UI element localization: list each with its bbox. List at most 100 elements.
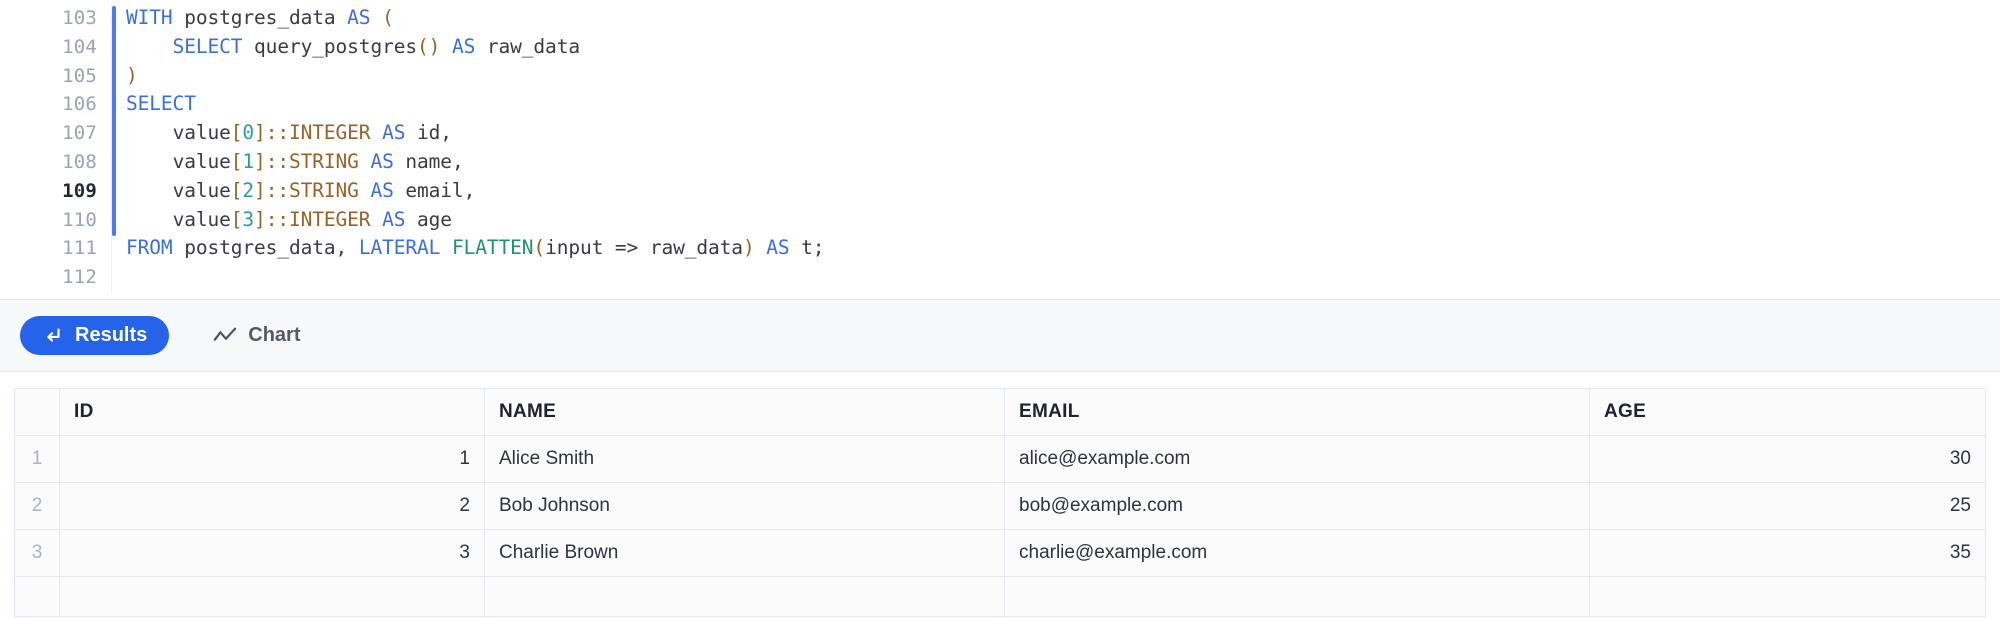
- token-kw: SELECT: [126, 92, 196, 116]
- column-header-rownum[interactable]: [14, 388, 60, 436]
- line-number-105: 105: [62, 64, 97, 87]
- token-op: [359, 150, 371, 173]
- editor-line-number-gutter: 103 104 105 106 107 108 109 110 111 112: [0, 4, 112, 292]
- code-line-108[interactable]: value[1]::STRING AS name,: [126, 148, 2000, 177]
- line-number-109: 109: [62, 179, 97, 202]
- token-punc: [: [230, 149, 243, 173]
- token-op: =>: [603, 236, 650, 260]
- line-number-104: 104: [62, 35, 97, 58]
- line-number-103: 103: [62, 7, 97, 29]
- code-line-105[interactable]: ): [126, 62, 2000, 91]
- cell-email[interactable]: bob@example.com: [1004, 482, 1590, 530]
- cell-name[interactable]: Bob Johnson: [484, 482, 1005, 530]
- code-line-109[interactable]: value[2]::STRING AS email,: [126, 177, 2000, 206]
- cell-rownum[interactable]: 1: [14, 435, 60, 483]
- token-ident: raw_data: [649, 236, 743, 260]
- code-line-103[interactable]: WITH postgres_data AS (: [126, 4, 2000, 33]
- column-header-age[interactable]: AGE: [1589, 388, 1986, 436]
- token-op: [126, 35, 173, 58]
- token-kw: AS: [370, 178, 394, 202]
- cell-name[interactable]: [484, 576, 1005, 617]
- cell-email[interactable]: alice@example.com: [1004, 435, 1590, 483]
- results-table-body: 1 1 Alice Smith alice@example.com 30 2 2 Bob Jo…: [14, 435, 1986, 617]
- tab-results-label: Results: [75, 324, 148, 346]
- token-kw: AS: [347, 6, 371, 29]
- table-row[interactable]: 1 1 Alice Smith alice@example.com 30: [14, 435, 1986, 483]
- token-ident: postgres_data: [184, 6, 336, 29]
- cell-age[interactable]: 25: [1589, 482, 1986, 530]
- line-number-106: 106: [62, 93, 97, 116]
- table-row[interactable]: 2 2 Bob Johnson bob@example.com 25: [14, 482, 1986, 530]
- token-kw: FROM: [126, 236, 173, 260]
- cell-age[interactable]: 35: [1589, 529, 1986, 577]
- token-op: [336, 6, 348, 29]
- token-kw: AS: [382, 207, 406, 231]
- column-header-email[interactable]: EMAIL: [1004, 388, 1590, 436]
- token-type: ::INTEGER: [265, 121, 371, 145]
- results-table-head: ID NAME EMAIL AGE: [14, 388, 1986, 436]
- cell-name[interactable]: Charlie Brown: [484, 529, 1005, 577]
- results-table[interactable]: ID NAME EMAIL AGE 1 1 Alice Smith alice@exa…: [14, 388, 1986, 617]
- tab-chart[interactable]: Chart: [191, 316, 322, 355]
- token-punc: (: [533, 236, 546, 260]
- line-number-110: 110: [62, 208, 97, 231]
- code-line-104[interactable]: SELECT query_postgres() AS raw_data: [126, 33, 2000, 62]
- cell-name[interactable]: Alice Smith: [484, 435, 1005, 483]
- token-op: [394, 150, 406, 173]
- token-op: [126, 208, 173, 231]
- token-op: [394, 179, 406, 202]
- tab-results[interactable]: Results: [20, 316, 170, 355]
- token-op: [242, 35, 254, 58]
- token-op: [173, 6, 185, 29]
- code-line-111[interactable]: FROM postgres_data, LATERAL FLATTEN(inpu…: [126, 234, 2000, 263]
- editor-code-area[interactable]: WITH postgres_data AS ( SELECT query_pos…: [112, 4, 2000, 292]
- token-punc: ]: [254, 149, 266, 173]
- line-number-107: 107: [62, 122, 97, 145]
- token-op: [173, 236, 185, 259]
- cell-age[interactable]: [1589, 576, 1986, 617]
- table-row-empty[interactable]: [14, 576, 1986, 617]
- token-ident: email: [405, 178, 464, 202]
- cell-id[interactable]: 3: [59, 529, 485, 577]
- token-ident: name: [405, 149, 452, 173]
- token-punc: ]: [254, 121, 266, 145]
- sql-editor[interactable]: 103 104 105 106 107 108 109 110 111 112 WITH post…: [0, 0, 2000, 300]
- cell-rownum[interactable]: 2: [14, 482, 60, 530]
- code-line-107[interactable]: value[0]::INTEGER AS id,: [126, 119, 2000, 148]
- results-panel: ID NAME EMAIL AGE 1 1 Alice Smith alice@exa…: [0, 372, 2000, 620]
- token-kw: LATERAL: [358, 236, 441, 260]
- token-ident: value: [172, 149, 231, 173]
- cell-email[interactable]: charlie@example.com: [1004, 529, 1590, 577]
- token-op: [370, 121, 382, 144]
- cell-email[interactable]: [1004, 576, 1590, 617]
- block-indent-guide: [112, 6, 116, 236]
- cell-rownum[interactable]: 3: [14, 529, 60, 577]
- token-ident: value: [172, 178, 231, 202]
- column-header-name[interactable]: NAME: [484, 388, 1005, 436]
- column-header-id[interactable]: ID: [59, 388, 485, 436]
- code-line-112[interactable]: [126, 263, 2000, 292]
- token-op: [126, 150, 173, 173]
- token-kw: AS: [382, 121, 406, 145]
- token-punc: ): [126, 63, 138, 87]
- tab-chart-label: Chart: [248, 324, 301, 346]
- token-op: ,: [451, 149, 464, 173]
- token-op: [370, 6, 382, 29]
- token-kw: AS: [451, 34, 476, 58]
- code-line-110[interactable]: value[3]::INTEGER AS age: [126, 206, 2000, 235]
- token-op: ;: [812, 236, 825, 260]
- cell-age[interactable]: 30: [1589, 435, 1986, 483]
- cell-rownum[interactable]: [14, 576, 60, 617]
- token-punc: ]: [254, 178, 266, 202]
- code-line-106[interactable]: SELECT: [126, 90, 2000, 119]
- token-num: 3: [242, 207, 255, 231]
- cell-id[interactable]: 2: [59, 482, 485, 530]
- cell-id[interactable]: 1: [59, 435, 485, 483]
- token-op: [440, 236, 452, 259]
- token-punc: [: [230, 121, 243, 145]
- token-num: 0: [242, 121, 255, 145]
- table-row[interactable]: 3 3 Charlie Brown charlie@example.com 35: [14, 529, 1986, 577]
- token-ident: postgres_data: [184, 236, 336, 260]
- cell-id[interactable]: [59, 576, 485, 617]
- token-op: [126, 121, 173, 144]
